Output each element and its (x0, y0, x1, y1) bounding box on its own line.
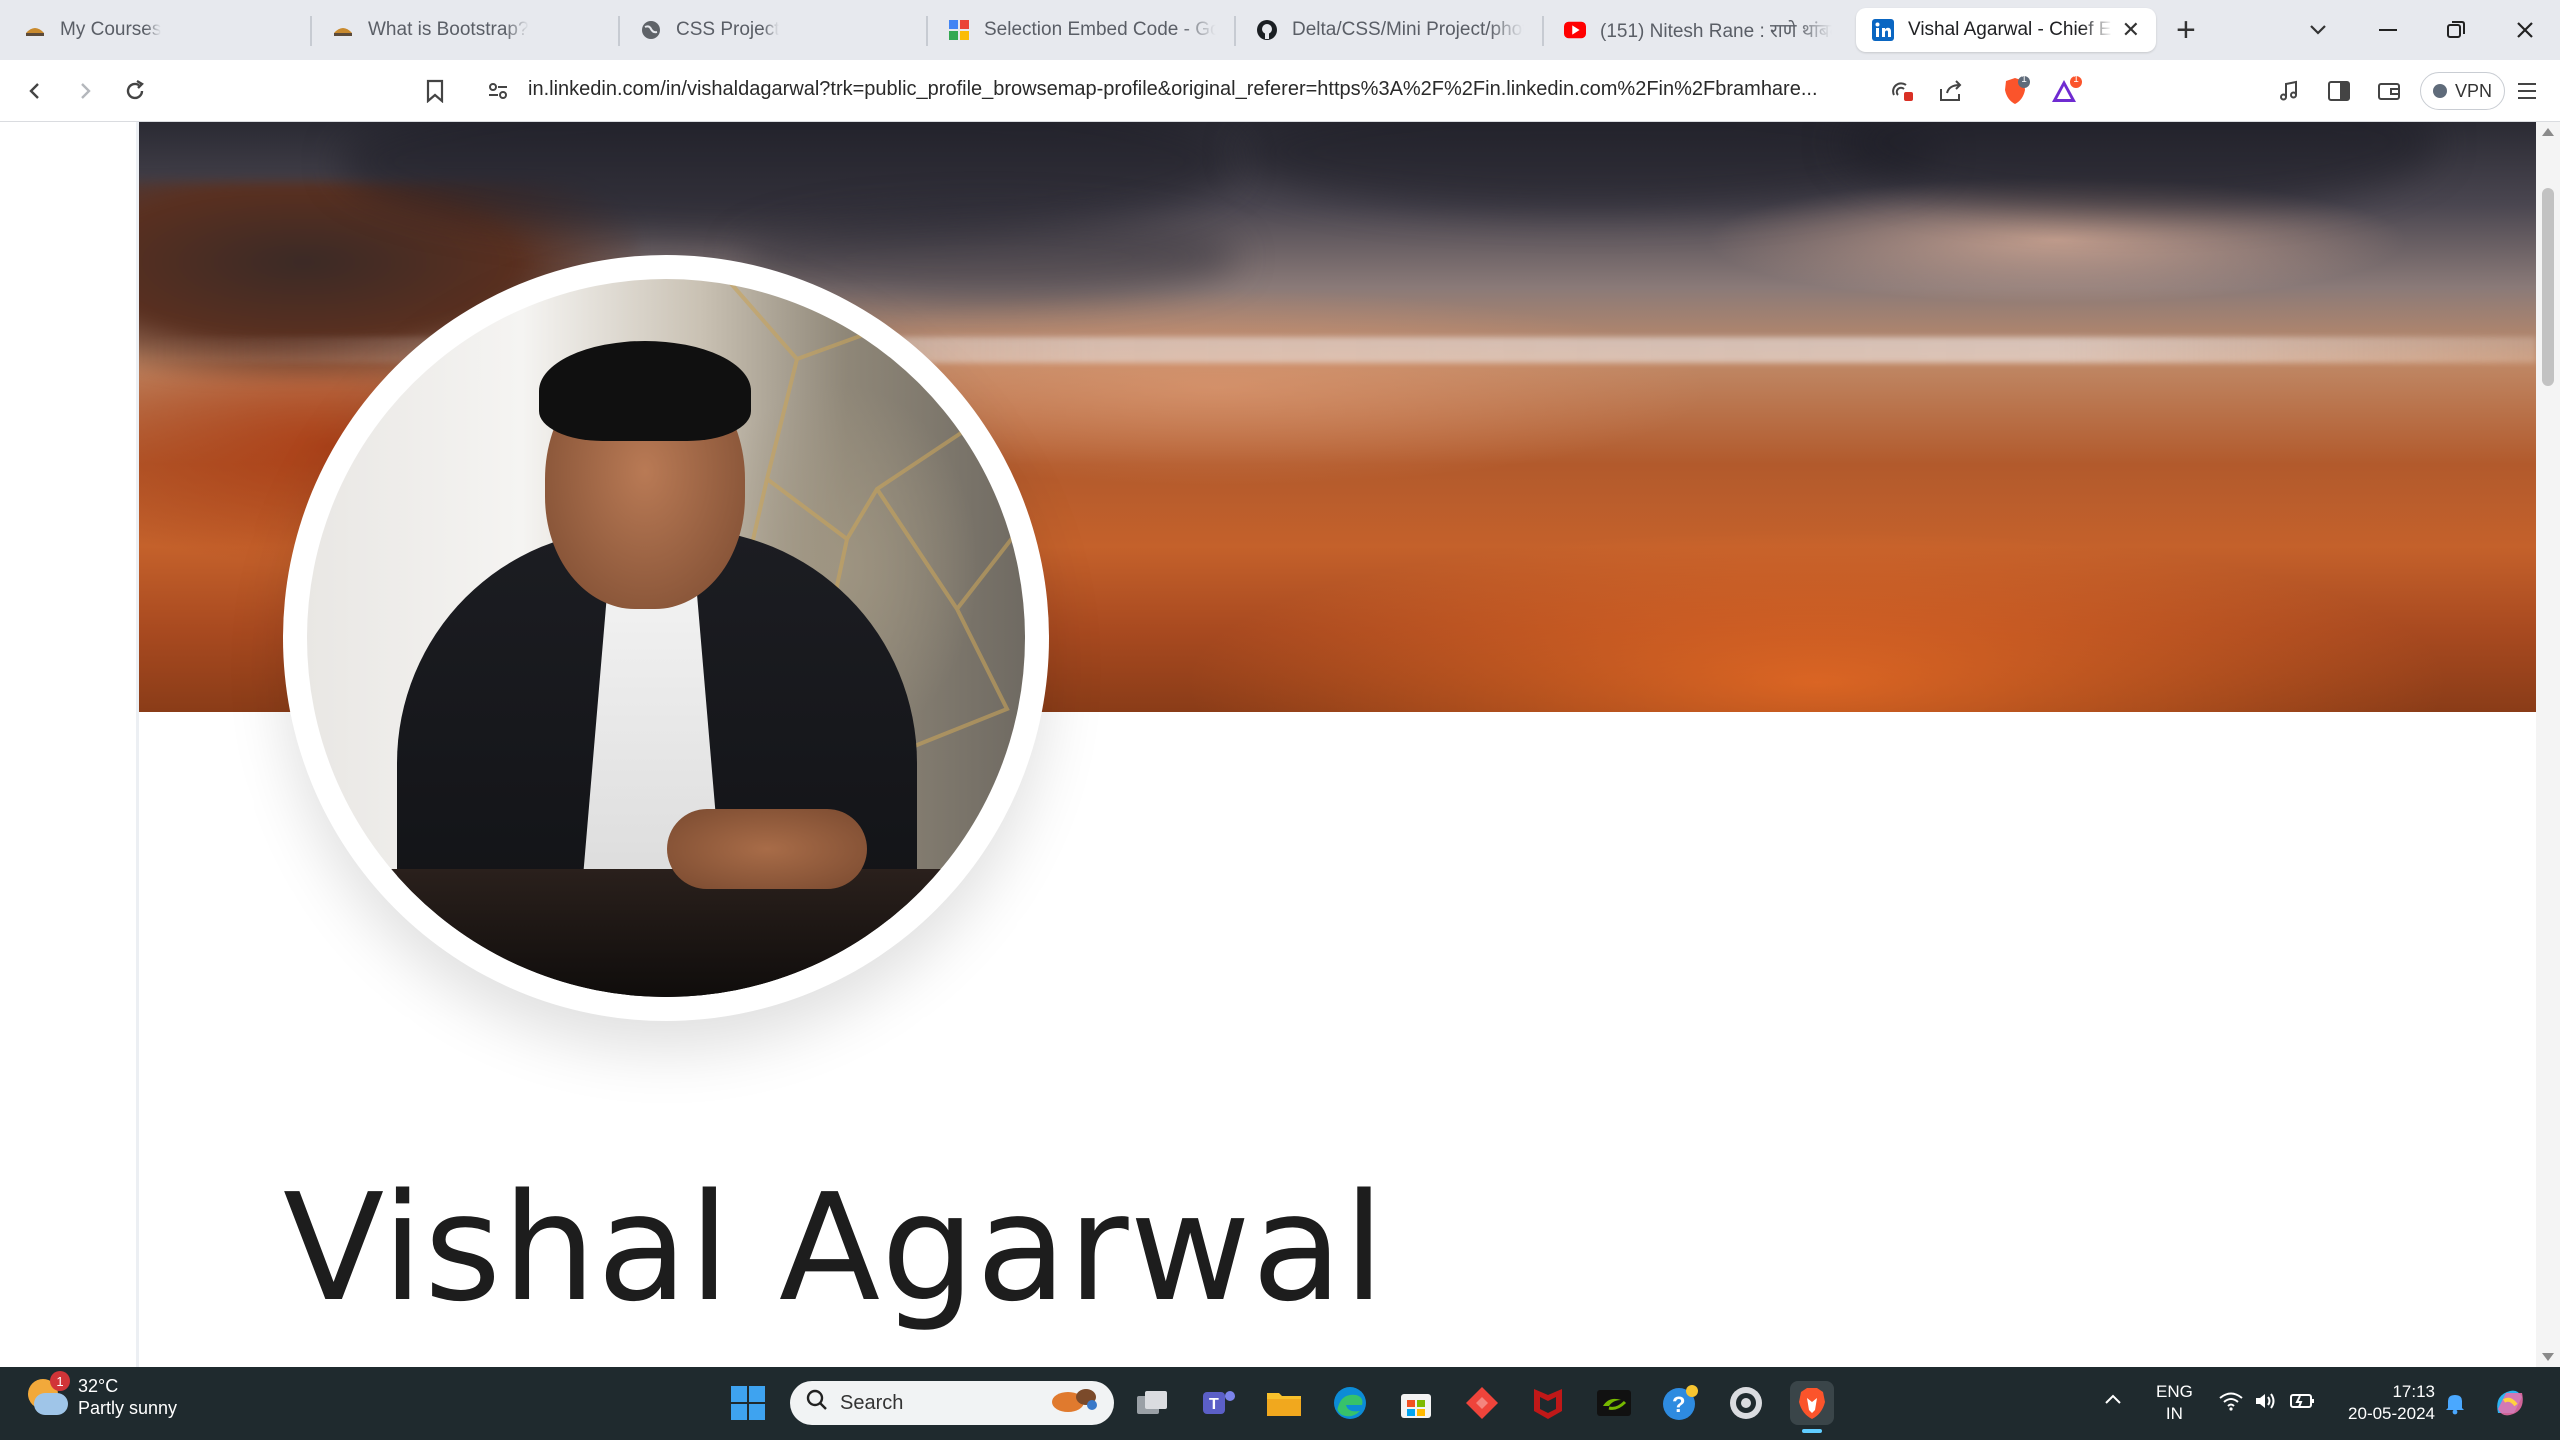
tab-divider (1234, 16, 1236, 46)
tab-label: Vishal Agarwal - Chief Exe (1908, 19, 2112, 40)
menu-icon[interactable] (2506, 70, 2548, 112)
file-explorer-icon[interactable] (1262, 1381, 1306, 1425)
taskbar-search[interactable]: Search (790, 1381, 1114, 1425)
profile-name: Vishal Agarwal (283, 1162, 1386, 1334)
tab-label: CSS Project (676, 19, 780, 40)
github-icon (1256, 19, 1278, 41)
search-icon (806, 1389, 828, 1417)
windows-start-icon[interactable] (726, 1381, 770, 1425)
address-bar[interactable]: in.linkedin.com/in/vishaldagarwal?trk=pu… (470, 66, 2090, 116)
brave-rewards-icon[interactable]: 1 (2050, 74, 2082, 111)
language-indicator[interactable]: ENG IN (2156, 1381, 2193, 1425)
tab-strip: My Courses What is Bootstrap? CSS Projec… (0, 0, 2560, 60)
tab-label: Delta/CSS/Mini Project/photo (1292, 19, 1524, 40)
svg-text:T: T (1209, 1396, 1219, 1413)
scroll-thumb[interactable] (2542, 188, 2554, 386)
show-hidden-icons-chevron-icon[interactable] (2104, 1389, 2122, 1411)
tab-search-chevron-icon[interactable] (2293, 10, 2343, 50)
share-icon[interactable] (1938, 79, 1964, 108)
windows-taskbar: 1 32°C Partly sunny Search T ? ENG IN 17… (0, 1367, 2560, 1440)
mcafee-icon[interactable] (1526, 1381, 1570, 1425)
wallet-icon[interactable] (2368, 70, 2410, 112)
tab-label: Selection Embed Code - Goog (984, 19, 1216, 40)
clock-date: 20-05-2024 (2348, 1404, 2435, 1423)
google-sites-icon (948, 19, 970, 41)
partly-sunny-icon: 1 (24, 1371, 70, 1419)
edge-icon[interactable] (1328, 1381, 1372, 1425)
new-tab-button[interactable]: + (2176, 12, 2196, 48)
tab-label: My Courses (60, 19, 162, 40)
tab-css-project[interactable]: CSS Project (624, 8, 924, 52)
lang-region: IN (2165, 1404, 2183, 1423)
teams-icon[interactable]: T (1196, 1381, 1240, 1425)
bookmark-icon[interactable] (414, 70, 456, 112)
vpn-status-icon (2433, 84, 2447, 98)
shields-count: 1 (2021, 74, 2027, 85)
reload-icon[interactable] (114, 70, 156, 112)
weather-temp: 32°C (78, 1376, 119, 1396)
microsoft-store-icon[interactable] (1394, 1381, 1438, 1425)
search-highlight-icon (1048, 1385, 1100, 1421)
tab-divider (310, 16, 312, 46)
url-text[interactable]: in.linkedin.com/in/vishaldagarwal?trk=pu… (528, 78, 1888, 101)
restore-icon[interactable] (2431, 10, 2481, 50)
anydesk-icon[interactable] (1460, 1381, 1504, 1425)
browser-toolbar: in.linkedin.com/in/vishaldagarwal?trk=pu… (0, 60, 2560, 122)
profile-photo[interactable] (283, 255, 1049, 1021)
tab-divider (926, 16, 928, 46)
weather-widget[interactable]: 1 32°C Partly sunny (24, 1371, 178, 1419)
minimize-icon[interactable] (2363, 10, 2413, 50)
tab-label: What is Bootstrap? (368, 19, 529, 40)
help-icon[interactable]: ? (1658, 1381, 1702, 1425)
avatar (307, 279, 1025, 997)
close-tab-icon[interactable]: ✕ (2112, 17, 2140, 43)
site-settings-icon[interactable] (486, 79, 510, 108)
back-arrow-icon[interactable] (14, 70, 56, 112)
svg-text:?: ? (1672, 1392, 1685, 1417)
scroll-up-icon[interactable] (2542, 128, 2554, 136)
tab-my-courses[interactable]: My Courses (8, 8, 308, 52)
course-icon (332, 19, 354, 41)
globe-icon (640, 19, 662, 41)
tab-selection-embed-code[interactable]: Selection Embed Code - Goog (932, 8, 1232, 52)
search-placeholder: Search (840, 1391, 904, 1414)
vertical-scrollbar[interactable] (2536, 122, 2560, 1367)
battery-icon[interactable] (2288, 1391, 2316, 1417)
tab-linkedin-active[interactable]: Vishal Agarwal - Chief Exe ✕ (1856, 8, 2156, 52)
brave-shields-icon[interactable]: 1 (2000, 74, 2030, 111)
weather-desc: Partly sunny (78, 1398, 178, 1418)
tab-github-delta[interactable]: Delta/CSS/Mini Project/photo (1240, 8, 1540, 52)
task-view-icon[interactable] (1130, 1381, 1174, 1425)
linkedin-icon (1872, 19, 1894, 41)
youtube-icon (1564, 19, 1586, 41)
vpn-label: VPN (2455, 80, 2493, 101)
rewards-count: 1 (2073, 74, 2079, 85)
scroll-down-icon[interactable] (2542, 1353, 2554, 1361)
volume-icon[interactable] (2254, 1391, 2278, 1417)
weather-badge: 1 (50, 1371, 70, 1391)
tab-youtube-nitesh-rane[interactable]: (151) Nitesh Rane : राणे थांबले त (1548, 8, 1848, 52)
page-viewport: Vishal Agarwal (0, 122, 2560, 1367)
forward-arrow-icon[interactable] (64, 70, 106, 112)
close-window-icon[interactable] (2500, 10, 2550, 50)
copilot-icon[interactable] (2490, 1383, 2530, 1429)
course-icon (24, 19, 46, 41)
obs-icon[interactable] (1724, 1381, 1768, 1425)
clock-time: 17:13 (2392, 1382, 2435, 1401)
wifi-icon[interactable] (2218, 1391, 2244, 1417)
notifications-bell-icon[interactable] (2444, 1391, 2466, 1421)
active-app-indicator (1802, 1429, 1822, 1433)
sidebar-toggle-icon[interactable] (2318, 70, 2360, 112)
lang-code: ENG (2156, 1382, 2193, 1401)
tab-divider (1542, 16, 1544, 46)
tab-what-is-bootstrap[interactable]: What is Bootstrap? (316, 8, 616, 52)
cast-blocked-icon[interactable] (1888, 79, 1914, 108)
nvidia-icon[interactable] (1592, 1381, 1636, 1425)
music-icon[interactable] (2268, 70, 2310, 112)
tab-label: (151) Nitesh Rane : राणे थांबले त (1600, 21, 1832, 42)
vpn-button[interactable]: VPN (2420, 72, 2506, 110)
system-clock[interactable]: 17:13 20-05-2024 (2335, 1381, 2435, 1425)
tab-divider (618, 16, 620, 46)
brave-taskbar-icon[interactable] (1790, 1381, 1834, 1433)
